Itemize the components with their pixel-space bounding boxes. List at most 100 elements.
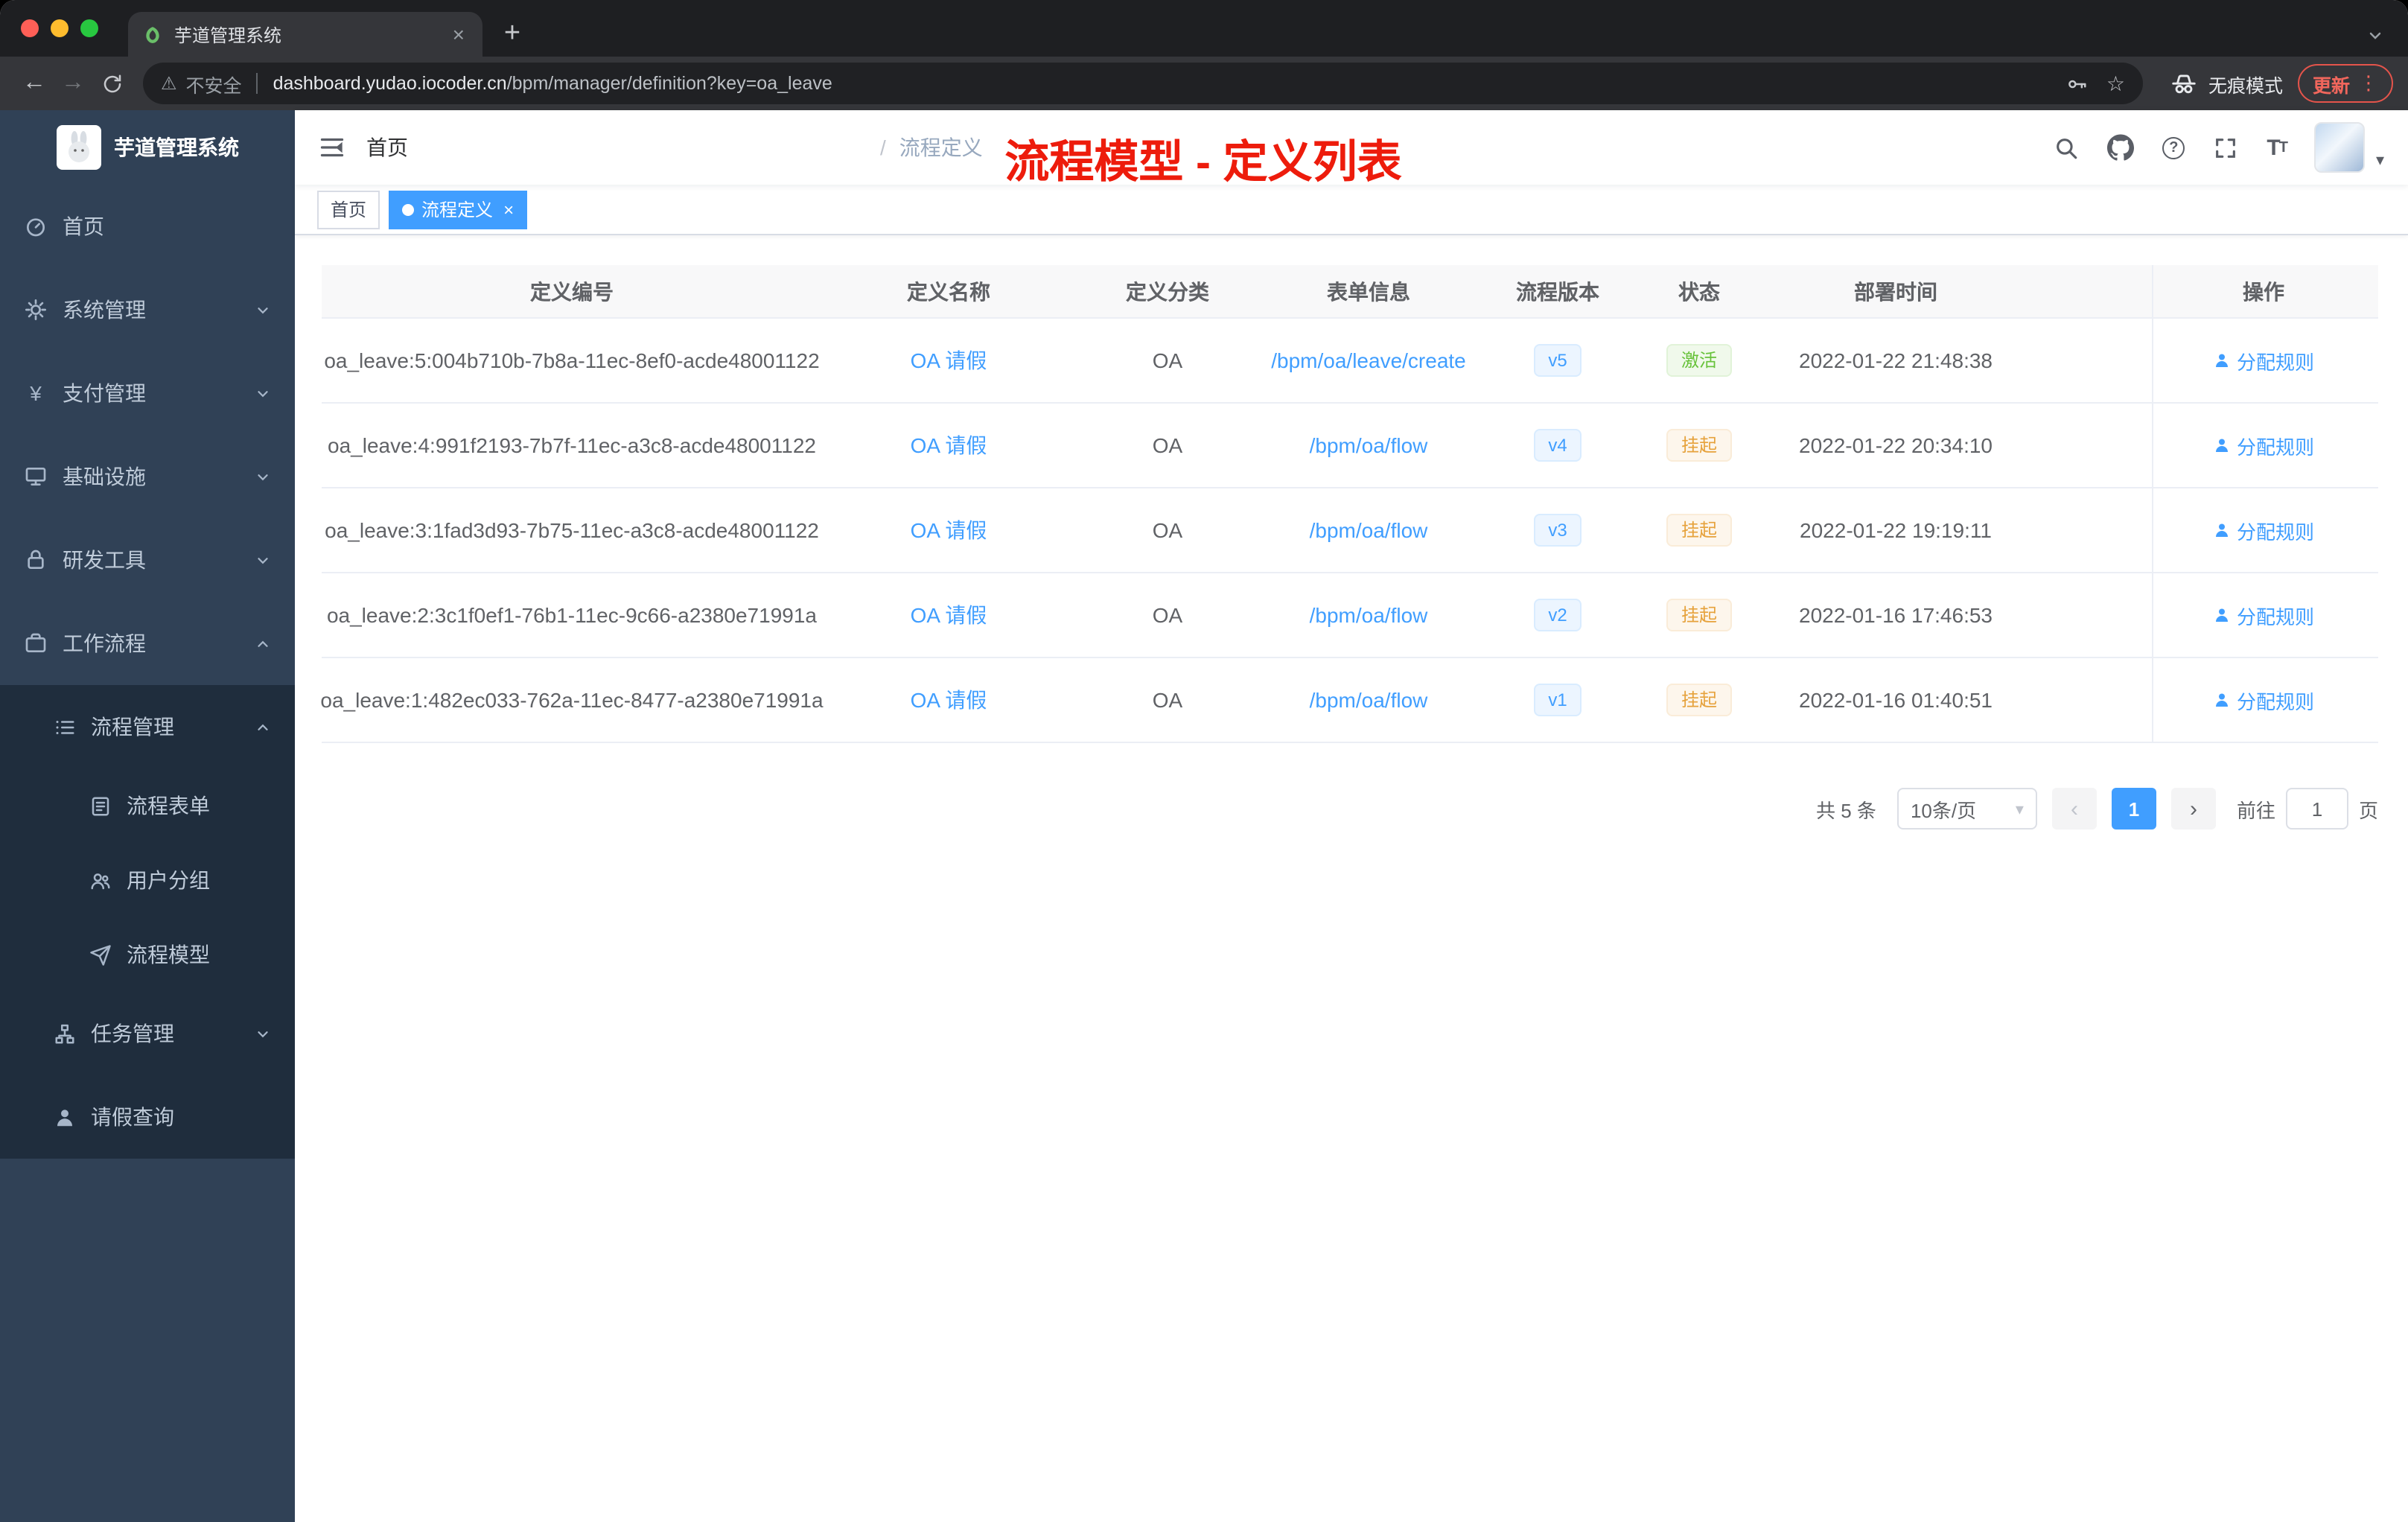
form-link[interactable]: /bpm/oa/flow [1310,603,1428,627]
definition-name-link[interactable]: OA 请假 [911,430,987,460]
row-filler [2031,404,2152,487]
incognito-badge: 无痕模式 [2170,69,2283,98]
definition-id: oa_leave:4:991f2193-7b7f-11ec-a3c8-acde4… [328,433,816,457]
form-link[interactable]: /bpm/oa/leave/create [1271,348,1466,372]
prev-page-button[interactable]: ‹ [2051,788,2097,830]
definition-name-link[interactable]: OA 请假 [911,685,987,715]
sidebar-item-system[interactable]: 系统管理 [0,268,295,351]
deploy-time: 2022-01-22 20:34:10 [1799,433,1993,457]
tag-process-definition[interactable]: 流程定义 × [389,190,528,229]
goto-prefix: 前往 [2236,799,2275,821]
sidebar-item-user-group[interactable]: 用户分组 [0,843,295,917]
form-link[interactable]: /bpm/oa/flow [1310,433,1428,457]
sidebar-item-workflow[interactable]: 工作流程 [0,602,295,685]
sidebar-item-dev-tools[interactable]: 研发工具 [0,518,295,602]
column-header: 定义名称 [907,279,990,303]
sidebar-item-task-management[interactable]: 任务管理 [0,992,295,1075]
sidebar-item-label: 工作流程 [63,631,146,655]
sidebar-item-process-form[interactable]: 流程表单 [0,768,295,843]
assign-rule-button[interactable]: 分配规则 [2213,516,2314,544]
refresh-button[interactable] [92,64,131,103]
search-icon[interactable] [2054,135,2079,160]
chevron-down-icon [258,557,268,564]
update-button[interactable]: 更新 ⋮ [2297,64,2393,103]
page-size-select[interactable]: 10条/页 ▾ [1896,788,2037,830]
url-domain: dashboard.yudao.iocoder.cn [273,73,507,94]
goto-page: 前往 页 [2237,788,2378,830]
table-header-row: 定义编号 定义名称 定义分类 表单信息 流程版本 状态 部署时间 操作 [322,265,2378,319]
key-icon[interactable] [2066,71,2089,96]
new-tab-button[interactable]: + [491,13,533,55]
send-icon [90,944,111,965]
next-page-button[interactable]: › [2170,788,2216,830]
chevron-down-icon [258,1031,268,1037]
user-icon [2215,439,2228,452]
yen-icon: ¥ [30,381,42,405]
warning-icon[interactable]: ⚠ [161,73,177,94]
assign-rule-button[interactable]: 分配规则 [2213,431,2314,459]
deploy-time: 2022-01-16 17:46:53 [1799,603,1993,627]
chevron-down-icon [258,390,268,397]
sidebar-item-process-management[interactable]: 流程管理 [0,685,295,768]
close-window-button[interactable] [21,19,39,37]
logo-row[interactable]: 芋道管理系统 [0,110,295,185]
definition-name-link[interactable]: OA 请假 [911,600,987,630]
lock-icon [28,550,44,569]
minimize-window-button[interactable] [51,19,69,37]
deploy-time: 2022-01-22 19:19:11 [1800,518,1992,542]
browser-tab-strip: 芋道管理系统 × + [0,0,2408,57]
user-icon [2215,608,2228,622]
definition-name-link[interactable]: OA 请假 [911,346,987,375]
caret-down-icon[interactable]: ▾ [2376,150,2384,170]
assign-rule-button[interactable]: 分配规则 [2213,686,2314,714]
browser-tab[interactable]: 芋道管理系统 × [128,12,482,57]
status-badge: 激活 [1666,344,1732,377]
assign-rule-button[interactable]: 分配规则 [2213,346,2314,375]
forward-button[interactable]: → [54,64,92,103]
column-header: 流程版本 [1516,279,1599,303]
sidebar-item-infrastructure[interactable]: 基础设施 [0,435,295,518]
user-icon [2215,693,2228,707]
definition-category: OA [1152,688,1183,712]
update-label: 更新 [2312,75,2350,96]
address-bar[interactable]: ⚠ 不安全 dashboard.yudao.iocoder.cn/bpm/man… [143,63,2143,104]
chevron-down-icon [258,307,268,313]
deploy-time: 2022-01-16 01:40:51 [1799,688,1993,712]
column-header: 定义编号 [530,279,614,303]
definition-id: oa_leave:3:1fad3d93-7b75-11ec-a3c8-acde4… [325,518,819,542]
github-icon[interactable] [2107,134,2135,161]
sidebar-item-leave-query[interactable]: 请假查询 [0,1075,295,1159]
bookmark-star-icon[interactable]: ☆ [2106,71,2125,96]
rabbit-logo-icon [68,131,89,162]
form-link[interactable]: /bpm/oa/flow [1310,688,1428,712]
tag-close-icon[interactable]: × [503,199,514,220]
monitor-icon [25,468,46,485]
top-navbar: 首页 / 流程定义 ? TT ▾ [295,110,2408,185]
page-button-1[interactable]: 1 [2111,788,2156,830]
kebab-menu-icon[interactable]: ⋮ [2359,71,2378,95]
status-badge: 挂起 [1666,514,1732,547]
breadcrumb-home[interactable]: 首页 [366,133,867,162]
sidebar-item-label: 研发工具 [63,548,146,572]
sidebar-item-payment[interactable]: ¥ 支付管理 [0,351,295,435]
hamburger-icon[interactable] [319,134,345,161]
avatar[interactable] [2314,122,2366,173]
definition-name-link[interactable]: OA 请假 [911,515,987,545]
zoom-window-button[interactable] [80,19,98,37]
tag-label: 首页 [331,200,367,220]
assign-rule-button[interactable]: 分配规则 [2213,601,2314,629]
goto-page-input[interactable] [2285,788,2348,830]
font-size-icon[interactable]: TT [2267,135,2288,160]
tab-close-icon[interactable]: × [450,24,468,45]
tag-home[interactable]: 首页 [317,190,380,229]
fullscreen-icon[interactable] [2213,135,2238,160]
sidebar-item-process-model[interactable]: 流程模型 [0,917,295,992]
tab-overflow-chevron-icon[interactable] [2366,27,2384,45]
sidebar-item-home[interactable]: 首页 [0,185,295,268]
form-link[interactable]: /bpm/oa/flow [1310,518,1428,542]
form-icon [92,796,109,815]
help-icon[interactable]: ? [2162,136,2185,159]
user-icon [57,1109,72,1126]
back-button[interactable]: ← [15,64,54,103]
sidebar-item-label: 系统管理 [63,298,146,322]
